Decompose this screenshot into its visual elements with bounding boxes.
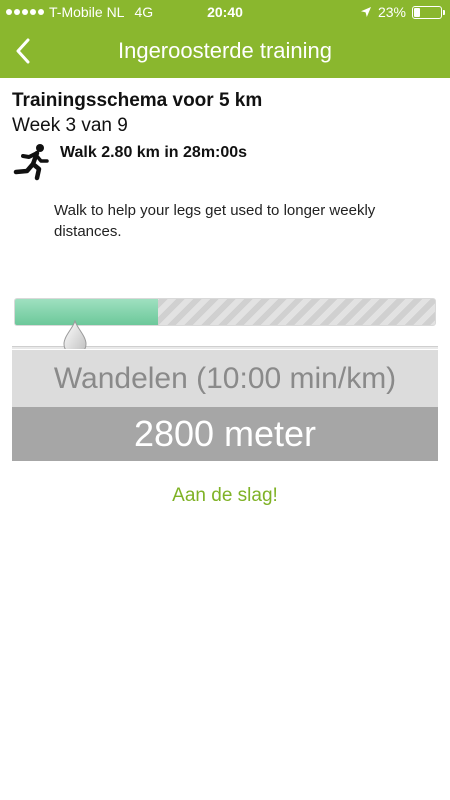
status-right: 23% xyxy=(360,4,445,20)
week-label: Week 3 van 9 xyxy=(12,115,128,136)
location-arrow-icon xyxy=(360,7,371,17)
segment-distance: 2800 meter xyxy=(12,407,438,461)
nav-bar: Ingeroosterde training xyxy=(0,26,450,78)
battery-level xyxy=(414,7,420,17)
battery-icon xyxy=(412,5,445,19)
workout-description: Walk to help your legs get used to longe… xyxy=(54,202,376,240)
workout-row: Walk 2.80 km in 28m:00s xyxy=(12,140,438,186)
plan-info: Trainingsschema voor 5 km Week 3 van 9 W… xyxy=(12,88,438,186)
battery-percent: 23% xyxy=(377,4,406,20)
plan-title: Trainingsschema voor 5 km xyxy=(12,90,263,111)
page-title: Ingeroosterde training xyxy=(117,38,333,63)
status-bar: T-Mobile NL 4G 20:40 23% xyxy=(0,0,450,26)
segment-pace-label: Wandelen (10:00 min/km) xyxy=(12,349,438,407)
workout-summary: Walk 2.80 km in 28m:00s xyxy=(60,144,248,161)
start-button[interactable]: Aan de slag! xyxy=(0,485,450,507)
running-person-icon xyxy=(13,144,49,181)
app-header: T-Mobile NL 4G 20:40 23% Ingeroosterde t… xyxy=(0,0,450,78)
